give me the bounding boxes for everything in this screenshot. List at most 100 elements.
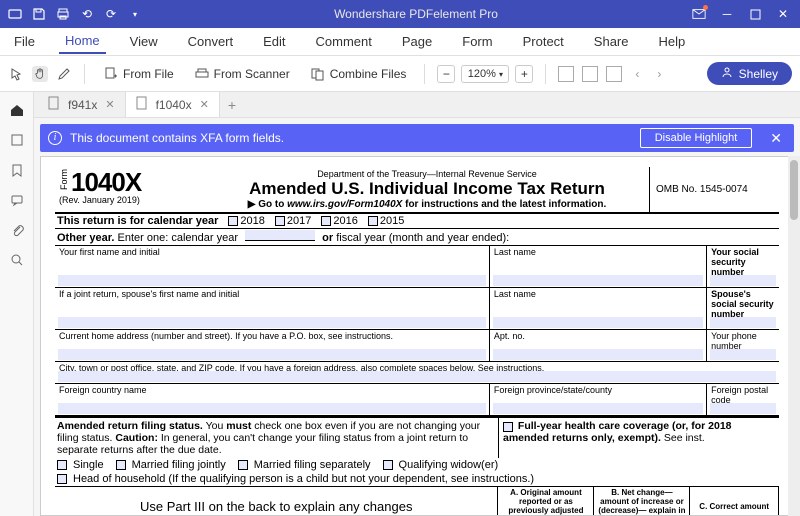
- next-arrow-icon[interactable]: ›: [652, 67, 666, 81]
- year-checkbox-2017[interactable]: [275, 216, 285, 226]
- apt-field[interactable]: [493, 349, 703, 360]
- bookmarks-icon[interactable]: [9, 162, 25, 178]
- from-scanner-label: From Scanner: [214, 67, 290, 81]
- last-name-field[interactable]: [493, 275, 703, 286]
- doc-tab-f941x[interactable]: f941x ✕: [38, 92, 126, 117]
- view-continuous-icon[interactable]: [582, 66, 598, 82]
- phone-field[interactable]: [710, 349, 776, 360]
- xfa-banner: i This document contains XFA form fields…: [40, 124, 794, 152]
- spouse-last-cell: Last name: [489, 288, 706, 330]
- calendar-year-field[interactable]: [245, 230, 315, 241]
- zoom-out-button[interactable]: −: [437, 65, 455, 83]
- tab-close-icon[interactable]: ✕: [200, 98, 209, 111]
- comments-icon[interactable]: [9, 192, 25, 208]
- user-pill[interactable]: Shelley: [707, 62, 792, 85]
- menu-help[interactable]: Help: [653, 30, 692, 53]
- prev-arrow-icon[interactable]: ‹: [630, 67, 644, 81]
- menu-convert[interactable]: Convert: [182, 30, 240, 53]
- hand-tool-icon[interactable]: [32, 66, 48, 82]
- search-icon[interactable]: [9, 252, 25, 268]
- form-number: 1040X: [71, 169, 141, 195]
- thumbnails-icon[interactable]: [9, 132, 25, 148]
- mail-icon[interactable]: [692, 7, 706, 21]
- health-checkbox[interactable]: [503, 422, 513, 432]
- col-c-header: C. Correct amount: [690, 487, 779, 516]
- foreign-postal-field[interactable]: [710, 403, 776, 414]
- disable-highlight-button[interactable]: Disable Highlight: [640, 128, 753, 148]
- combine-files-button[interactable]: Combine Files: [304, 62, 413, 86]
- year-checkbox-2016[interactable]: [321, 216, 331, 226]
- edit-tool-icon[interactable]: [56, 66, 72, 82]
- menu-protect[interactable]: Protect: [517, 30, 570, 53]
- menu-share[interactable]: Share: [588, 30, 635, 53]
- foreign-postal-cell: Foreign postal code: [707, 384, 779, 416]
- last-name-cell: Last name: [489, 246, 706, 288]
- save-icon[interactable]: [32, 7, 46, 21]
- form-goto: ▶ Go to www.irs.gov/Form1040X for instru…: [209, 199, 645, 210]
- menu-form[interactable]: Form: [456, 30, 498, 53]
- select-tool-icon[interactable]: [8, 66, 24, 82]
- foreign-country-cell: Foreign country name: [55, 384, 489, 416]
- menu-edit[interactable]: Edit: [257, 30, 291, 53]
- close-icon[interactable]: ✕: [776, 7, 790, 21]
- combine-icon: [310, 66, 326, 82]
- year-checkbox-2018[interactable]: [228, 216, 238, 226]
- menu-file[interactable]: File: [8, 30, 41, 53]
- tab-label: f941x: [68, 98, 97, 112]
- menu-page[interactable]: Page: [396, 30, 438, 53]
- menu-home[interactable]: Home: [59, 29, 106, 54]
- document-viewport[interactable]: Form 1040X (Rev. January 2019) Departmen…: [34, 156, 800, 516]
- spouse-last-field[interactable]: [493, 317, 703, 328]
- year-checkbox-2015[interactable]: [368, 216, 378, 226]
- view-single-icon[interactable]: [558, 66, 574, 82]
- dropdown-icon[interactable]: ▾: [128, 7, 142, 21]
- attachments-icon[interactable]: [9, 222, 25, 238]
- doc-tab-f1040x[interactable]: f1040x ✕: [126, 92, 220, 117]
- banner-close-icon[interactable]: ✕: [770, 130, 782, 147]
- first-name-field[interactable]: [58, 275, 486, 286]
- tab-file-icon: [48, 96, 60, 113]
- foreign-province-field[interactable]: [493, 403, 703, 414]
- zoom-in-button[interactable]: +: [515, 65, 533, 83]
- form-department: Department of the Treasury—Internal Reve…: [209, 169, 645, 179]
- xfa-text: This document contains XFA form fields.: [70, 131, 284, 145]
- menu-view[interactable]: View: [124, 30, 164, 53]
- calendar-year-row: This return is for calendar year 2018 20…: [55, 214, 779, 229]
- maximize-icon[interactable]: [748, 7, 762, 21]
- menu-comment[interactable]: Comment: [310, 30, 378, 53]
- spouse-ssn-field[interactable]: [710, 317, 776, 328]
- zoom-value[interactable]: 120% ▾: [461, 65, 509, 83]
- from-file-button[interactable]: From File: [97, 62, 180, 86]
- vertical-scrollbar[interactable]: [788, 156, 800, 516]
- status-single-checkbox[interactable]: [57, 460, 67, 470]
- scrollbar-thumb[interactable]: [790, 160, 798, 220]
- separator: [424, 64, 425, 84]
- redo-icon[interactable]: ⟳: [104, 7, 118, 21]
- home-icon[interactable]: [9, 102, 25, 118]
- address-field[interactable]: [58, 349, 486, 360]
- name-address-table: Your first name and initial Last name Yo…: [55, 246, 779, 416]
- from-scanner-button[interactable]: From Scanner: [188, 62, 296, 86]
- user-name: Shelley: [739, 67, 778, 81]
- col-a-header: A. Original amountreported or as previou…: [498, 487, 594, 516]
- spouse-first-field[interactable]: [58, 317, 486, 328]
- undo-icon[interactable]: ⟲: [80, 7, 94, 21]
- tab-close-icon[interactable]: ✕: [105, 98, 114, 111]
- spouse-first-cell: If a joint return, spouse's first name a…: [55, 288, 489, 330]
- status-mfj-checkbox[interactable]: [116, 460, 126, 470]
- city-field[interactable]: [58, 371, 776, 382]
- status-hoh-checkbox[interactable]: [57, 474, 67, 484]
- apt-cell: Apt. no.: [489, 330, 706, 362]
- tab-file-icon: [136, 96, 148, 113]
- from-file-label: From File: [123, 67, 174, 81]
- app-title: Wondershare PDFelement Pro: [150, 7, 682, 21]
- city-cell: City, town or post office, state, and ZI…: [55, 362, 779, 384]
- status-mfs-checkbox[interactable]: [238, 460, 248, 470]
- minimize-icon[interactable]: ─: [720, 7, 734, 21]
- print-icon[interactable]: [56, 7, 70, 21]
- ssn-field[interactable]: [710, 275, 776, 286]
- status-qw-checkbox[interactable]: [383, 460, 393, 470]
- add-tab-icon[interactable]: +: [228, 97, 236, 113]
- view-facing-icon[interactable]: [606, 66, 622, 82]
- foreign-country-field[interactable]: [58, 403, 486, 414]
